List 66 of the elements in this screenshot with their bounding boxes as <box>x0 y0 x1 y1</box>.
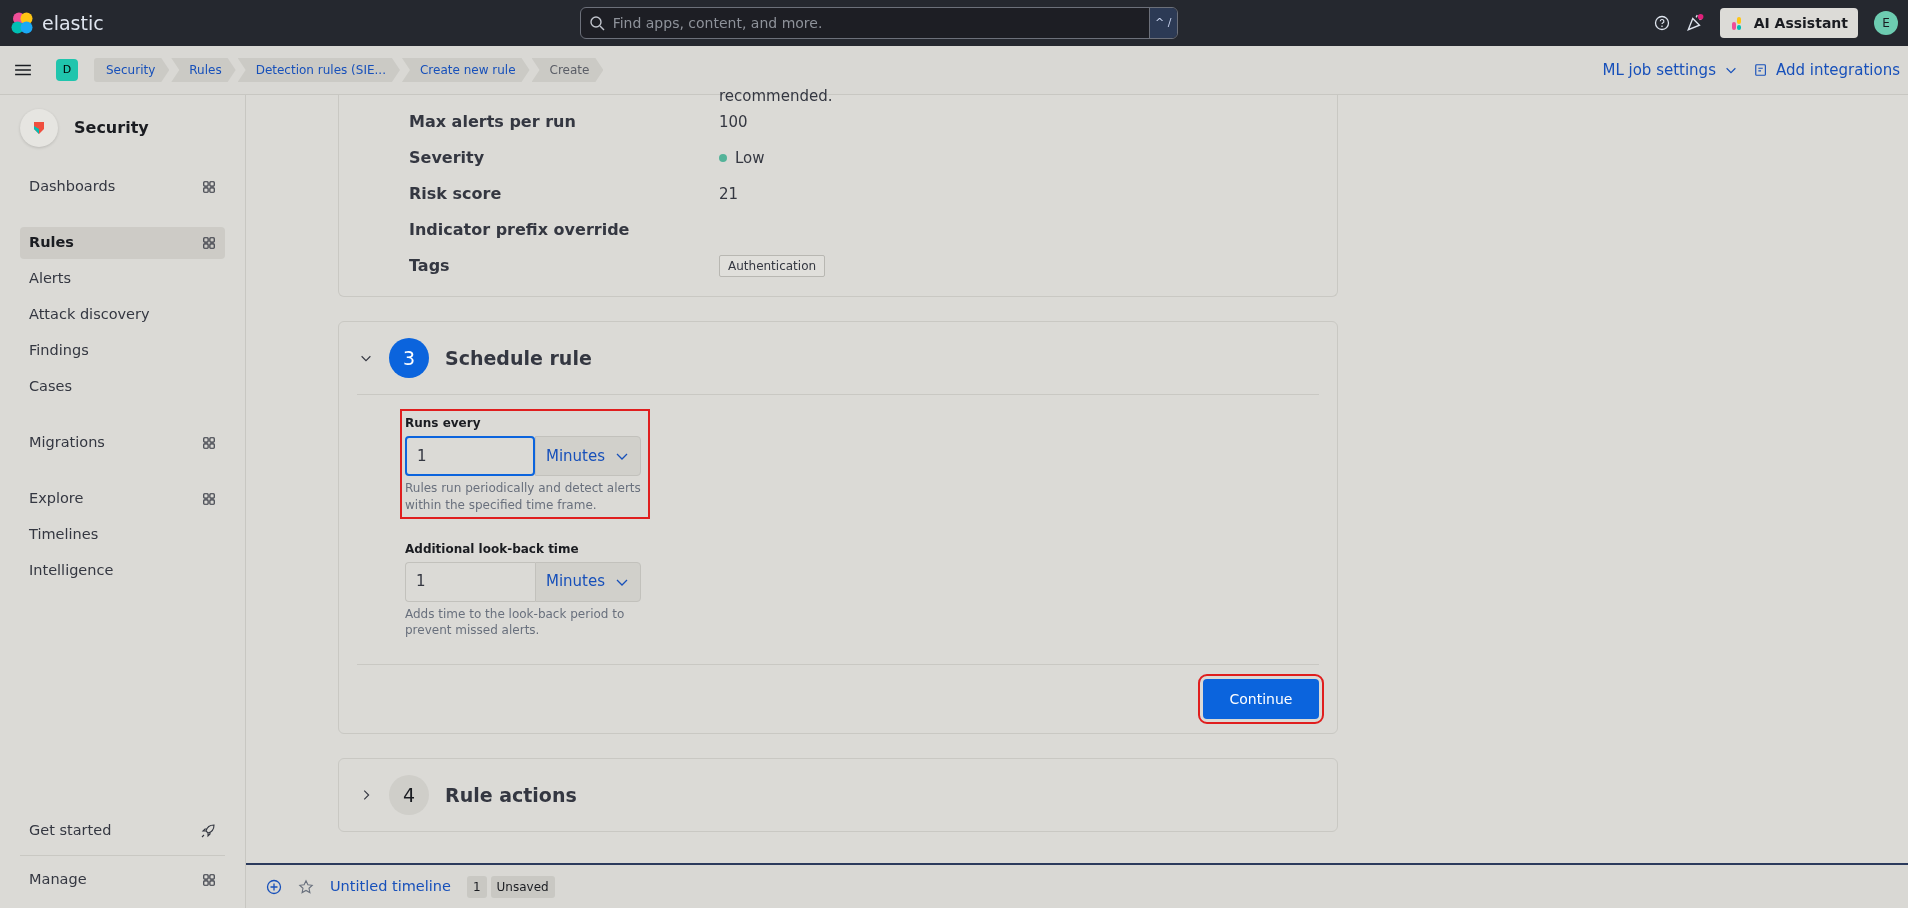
sidebar-title: Security <box>74 117 149 139</box>
step-title: Rule actions <box>445 782 577 808</box>
sidebar-item[interactable]: Manage <box>20 864 225 896</box>
add-integration-icon <box>1753 63 1768 77</box>
star-icon[interactable] <box>298 878 314 895</box>
event-count: 1 <box>466 875 487 898</box>
keyboard-shortcut: ^ / <box>1148 8 1177 38</box>
number-field[interactable]: 1 <box>405 561 535 602</box>
help-text: Rules run periodically and detect alerts within the specified time frame. <box>405 480 642 514</box>
sidebar-item[interactable]: Explore <box>20 483 225 515</box>
detail-value: Low <box>735 147 765 169</box>
status-badge: Unsaved <box>490 875 555 898</box>
breadcrumb[interactable]: Detection rules (SIE... <box>237 58 400 82</box>
step-number: 3 <box>389 338 429 378</box>
timeline-title[interactable]: Untitled timeline <box>330 875 451 898</box>
field-label: Additional look-back time <box>405 540 580 558</box>
description-text: recommended. <box>719 89 834 104</box>
cheer-icon[interactable] <box>1685 14 1704 32</box>
rocket-icon[interactable] <box>200 823 216 839</box>
elastic-logo-icon <box>10 11 34 35</box>
apps-grid-icon[interactable] <box>202 492 216 506</box>
sidebar-item[interactable]: Findings <box>20 335 225 367</box>
help-icon[interactable] <box>1653 15 1670 31</box>
detail-value: 100 <box>719 111 748 133</box>
breadcrumb[interactable]: Rules <box>171 58 236 82</box>
breadcrumb[interactable]: Security <box>94 58 170 82</box>
detail-label: Max alerts per run <box>409 111 577 133</box>
sidebar-item[interactable]: Intelligence <box>20 555 225 587</box>
header-link[interactable]: ML job settings <box>1602 58 1738 82</box>
header-link[interactable]: Add integrations <box>1753 58 1900 82</box>
breadcrumb[interactable]: Create <box>531 58 604 82</box>
add-circle-icon[interactable] <box>266 878 282 895</box>
breadcrumb[interactable]: Create new rule <box>401 58 530 82</box>
unit-select[interactable]: Minutes <box>535 561 641 602</box>
sidebar-item[interactable]: Dashboards <box>20 171 225 203</box>
detail-label: Severity <box>409 147 486 169</box>
help-text: Adds time to the look-back period to prevent missed alerts. <box>405 605 626 640</box>
user-avatar[interactable]: E <box>1874 11 1898 35</box>
apps-grid-icon[interactable] <box>202 236 216 250</box>
security-logo-icon <box>20 109 58 147</box>
sidebar-item[interactable]: Get started <box>20 815 225 847</box>
tag: Authentication <box>719 255 826 277</box>
apps-grid-icon[interactable] <box>202 180 216 194</box>
sidebar-item[interactable]: Rules <box>20 227 225 259</box>
sidebar-item[interactable]: Migrations <box>20 427 225 459</box>
search-icon <box>588 15 605 31</box>
logo-text: elastic <box>42 10 104 36</box>
detail-value: 21 <box>719 183 739 205</box>
detail-label: Risk score <box>409 183 503 205</box>
field-label: Runs every <box>405 415 482 432</box>
search-input[interactable]: Find apps, content, and more. <box>610 11 1149 35</box>
unit-select[interactable]: Minutes <box>535 436 641 476</box>
sidebar-item[interactable]: Attack discovery <box>20 299 225 331</box>
search-field[interactable]: Find apps, content, and more. ^ / <box>579 7 1178 39</box>
sidebar-item[interactable]: Timelines <box>20 519 225 551</box>
apps-grid-icon[interactable] <box>202 873 216 887</box>
ai-assistant-button[interactable]: AI Assistant <box>1719 8 1858 38</box>
step-title: Schedule rule <box>445 345 592 371</box>
sidebar-item[interactable]: Cases <box>20 371 225 403</box>
detail-label: Indicator prefix override <box>409 219 631 241</box>
step-number: 4 <box>389 775 429 816</box>
sidebar-item[interactable]: Alerts <box>20 263 225 295</box>
detail-label: Tags <box>409 255 451 277</box>
apps-grid-icon[interactable] <box>202 436 216 450</box>
number-field[interactable]: 1 <box>405 436 535 476</box>
space-avatar[interactable]: D <box>56 59 78 81</box>
